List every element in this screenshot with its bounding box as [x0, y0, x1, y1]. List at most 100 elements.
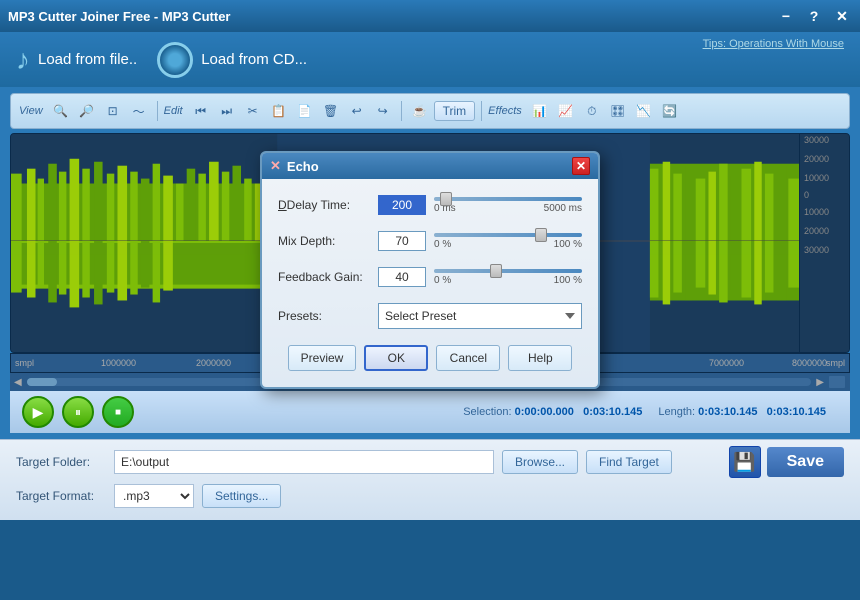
ok-button[interactable]: OK	[364, 345, 428, 371]
minimize-button[interactable]: −	[776, 8, 796, 25]
zoom-out-button[interactable]: 🔎	[75, 99, 99, 123]
save-button[interactable]: Save	[767, 447, 844, 477]
echo-close-button[interactable]: ✕	[572, 157, 590, 175]
load-cd-button[interactable]: Load from CD...	[157, 42, 307, 78]
find-target-button[interactable]: Find Target	[586, 450, 672, 474]
forward-button[interactable]: ⏭	[215, 99, 239, 123]
play-icon: ▶	[33, 404, 44, 421]
feedback-gain-track[interactable]	[434, 269, 582, 273]
paste-button[interactable]: 📄	[293, 99, 317, 123]
scale-n30000: 30000	[804, 246, 829, 255]
cancel-button[interactable]: Cancel	[436, 345, 500, 371]
trim-label: Trim	[443, 104, 467, 118]
sep3	[481, 101, 482, 121]
feedback-gain-label: Feedback Gain:	[278, 270, 378, 284]
delay-time-input[interactable]	[378, 195, 426, 215]
player-bar: ▶ ⏸ ■ Selection: 0:00:00.000 0:03:10.145…	[10, 391, 850, 433]
effect2-button[interactable]: 📈	[554, 99, 578, 123]
mix-depth-label: Mix Depth:	[278, 234, 378, 248]
back-button[interactable]: ⏮	[189, 99, 213, 123]
copy-button[interactable]: 📋	[267, 99, 291, 123]
scale-0: 0	[804, 191, 809, 200]
echo-dialog-body: DDelay Time: 0 ms 5000 ms Mix Depth:	[262, 179, 598, 387]
mix-depth-track[interactable]	[434, 233, 582, 237]
preview-button[interactable]: Preview	[288, 345, 357, 371]
coffee-button[interactable]: ☕	[408, 99, 432, 123]
play-button[interactable]: ▶	[22, 396, 54, 428]
delay-time-row: DDelay Time: 0 ms 5000 ms	[278, 195, 582, 215]
effect4-button[interactable]: 🎛	[606, 99, 630, 123]
tick-8m: 8000000	[792, 358, 827, 368]
timeline-end: smpl	[826, 358, 845, 368]
sep2	[401, 101, 402, 121]
edit-label: Edit	[164, 105, 183, 117]
mix-depth-labels: 0 % 100 %	[434, 239, 582, 250]
scroll-thumb[interactable]	[27, 378, 57, 386]
trim-button[interactable]: Trim	[434, 101, 476, 121]
waveform-scale: 30000 20000 10000 0 10000 20000 30000	[799, 134, 849, 352]
feedback-gain-row: Feedback Gain: 0 % 100 %	[278, 267, 582, 287]
length-val1: 0:03:10.145	[698, 406, 757, 418]
save-disk-icon: 💾	[729, 446, 761, 478]
cut-button[interactable]: ✂	[241, 99, 265, 123]
help-button[interactable]: ?	[804, 8, 824, 25]
mix-depth-row: Mix Depth: 0 % 100 %	[278, 231, 582, 251]
scale-20000: 20000	[804, 155, 829, 164]
tick-7m: 7000000	[709, 358, 744, 368]
feedback-gain-thumb[interactable]	[490, 264, 502, 278]
stop-button[interactable]: ■	[102, 396, 134, 428]
fit-button[interactable]: ⊡	[101, 99, 125, 123]
waveform-button[interactable]: 〜	[127, 99, 151, 123]
close-button[interactable]: ✕	[832, 8, 852, 25]
echo-error-icon: ✕	[270, 158, 281, 174]
effect5-button[interactable]: 📉	[632, 99, 656, 123]
help-button[interactable]: Help	[508, 345, 572, 371]
bottom-area: Target Folder: Browse... Find Target 💾 S…	[0, 439, 860, 520]
mix-depth-thumb[interactable]	[535, 228, 547, 242]
selection-end: 0:03:10.145	[583, 406, 642, 418]
fb-min-label: 0 %	[434, 275, 451, 286]
delete-button[interactable]: 🗑	[319, 99, 343, 123]
view-label: View	[19, 105, 43, 117]
echo-dialog-title: Echo	[287, 159, 319, 174]
top-toolbar: ♪ Load from file.. Load from CD... Tips:…	[0, 32, 860, 87]
echo-dialog-title-bar: ✕ Echo ✕	[262, 153, 598, 179]
echo-dialog-buttons: Preview OK Cancel Help	[278, 345, 582, 371]
tick-1m: 1000000	[101, 358, 136, 368]
preset-select[interactable]: Select Preset Bathroom Cave Church Room	[378, 303, 582, 329]
undo-button[interactable]: ↩	[345, 99, 369, 123]
effects-label: Effects	[488, 105, 522, 117]
edit-tools: ⏮ ⏭ ✂ 📋 📄 🗑 ↩ ↪	[189, 99, 395, 123]
music-icon: ♪	[16, 44, 30, 76]
redo-button[interactable]: ↪	[371, 99, 395, 123]
pause-icon: ⏸	[75, 405, 81, 420]
stop-icon: ■	[115, 407, 121, 418]
app-title: MP3 Cutter Joiner Free - MP3 Cutter	[8, 9, 776, 24]
effect6-button[interactable]: 🔄	[658, 99, 682, 123]
scroll-end-button[interactable]	[828, 375, 846, 389]
delay-time-slider-container: 0 ms 5000 ms	[434, 197, 582, 214]
scroll-left-arrow[interactable]: ◀	[14, 377, 22, 388]
format-select[interactable]: .mp3 .wav .ogg	[114, 484, 194, 508]
target-format-row: Target Format: .mp3 .wav .ogg Settings..…	[16, 484, 844, 508]
delay-time-thumb[interactable]	[440, 192, 452, 206]
pause-button[interactable]: ⏸	[62, 396, 94, 428]
target-folder-label: Target Folder:	[16, 455, 106, 469]
zoom-in-button[interactable]: 🔍	[49, 99, 73, 123]
feedback-gain-input[interactable]	[378, 267, 426, 287]
scale-n10000: 10000	[804, 208, 829, 217]
tips-link[interactable]: Tips: Operations With Mouse	[703, 38, 844, 50]
load-file-button[interactable]: ♪ Load from file..	[16, 44, 137, 76]
effect3-button[interactable]: ⏱	[580, 99, 604, 123]
delay-time-track[interactable]	[434, 197, 582, 201]
feedback-gain-slider-container: 0 % 100 %	[434, 269, 582, 286]
mix-depth-input[interactable]	[378, 231, 426, 251]
echo-dialog: ✕ Echo ✕ DDelay Time: 0 ms 5000 ms	[260, 151, 600, 389]
effect1-button[interactable]: 📊	[528, 99, 552, 123]
load-file-label: Load from file..	[38, 51, 137, 68]
scroll-right-arrow[interactable]: ▶	[816, 377, 824, 388]
target-folder-input[interactable]	[114, 450, 494, 474]
settings-button[interactable]: Settings...	[202, 484, 281, 508]
mix-min-label: 0 %	[434, 239, 451, 250]
browse-button[interactable]: Browse...	[502, 450, 578, 474]
